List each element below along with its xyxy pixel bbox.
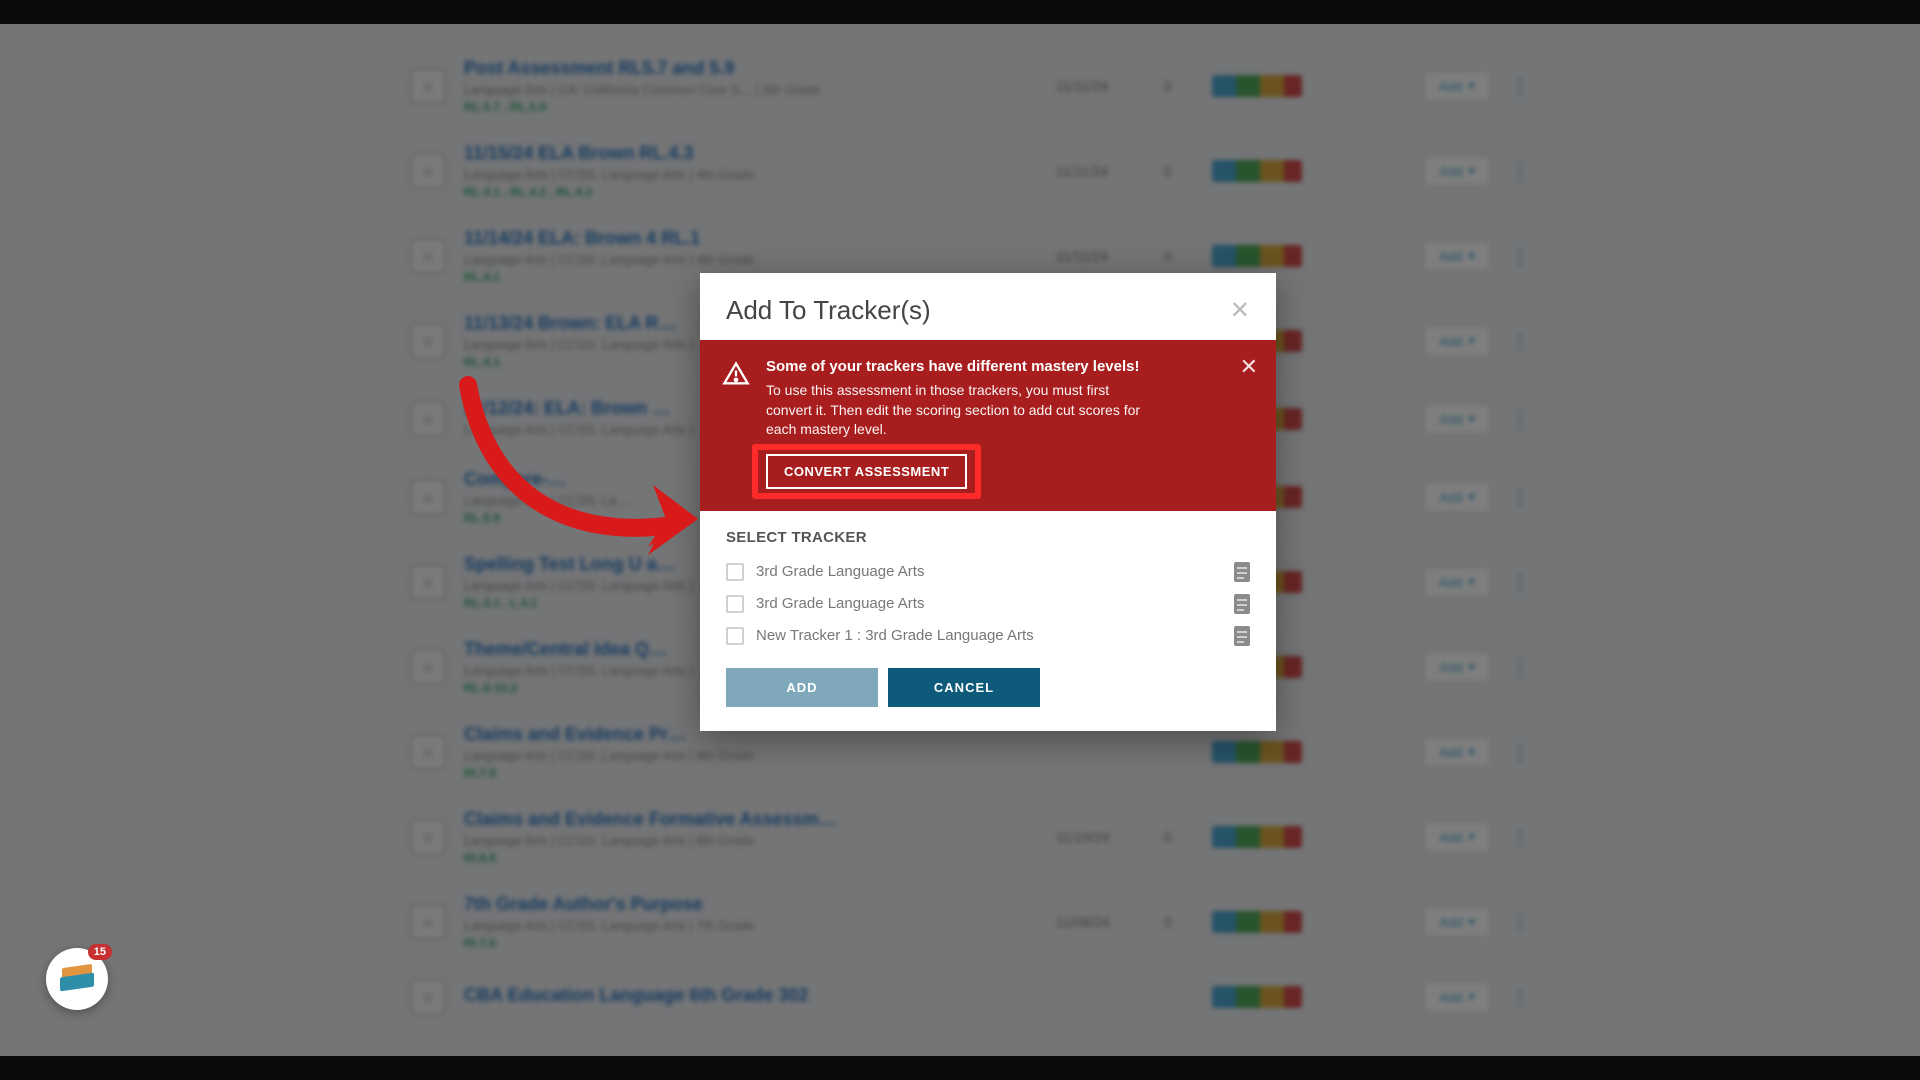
tracker-row[interactable]: 3rd Grade Language Arts (700, 556, 1276, 588)
help-widget-badge: 15 (88, 944, 112, 960)
tracker-checkbox[interactable] (726, 595, 744, 613)
select-tracker-heading: SELECT TRACKER (700, 511, 1276, 556)
add-to-tracker-modal: Add To Tracker(s) ✕ Some of your tracker… (700, 273, 1276, 731)
alert-title: Some of your trackers have different mas… (766, 358, 1254, 375)
add-button[interactable]: ADD (726, 668, 878, 707)
notebook-icon (1234, 626, 1250, 646)
cancel-button[interactable]: CANCEL (888, 668, 1040, 707)
tracker-row[interactable]: 3rd Grade Language Arts (700, 588, 1276, 620)
viewport: ▤Post Assessment RL5.7 and 5.9Language A… (0, 0, 1920, 1080)
tracker-row[interactable]: New Tracker 1 : 3rd Grade Language Arts (700, 620, 1276, 652)
tracker-checkbox[interactable] (726, 627, 744, 645)
modal-actions: ADD CANCEL (700, 652, 1276, 731)
help-widget[interactable]: 15 (46, 948, 108, 1010)
tracker-list: 3rd Grade Language Arts 3rd Grade Languag… (700, 556, 1276, 652)
convert-assessment-button[interactable]: CONVERT ASSESSMENT (766, 454, 967, 489)
warning-icon (722, 358, 750, 489)
notebook-icon (1234, 562, 1250, 582)
notebook-icon (1234, 594, 1250, 614)
tracker-label: New Tracker 1 : 3rd Grade Language Arts (756, 627, 1222, 644)
tracker-checkbox[interactable] (726, 563, 744, 581)
alert-text: To use this assessment in those trackers… (766, 381, 1156, 440)
modal-header: Add To Tracker(s) ✕ (700, 273, 1276, 340)
mastery-warning-alert: Some of your trackers have different mas… (700, 340, 1276, 511)
modal-title: Add To Tracker(s) (726, 295, 931, 326)
tracker-label: 3rd Grade Language Arts (756, 595, 1222, 612)
tracker-label: 3rd Grade Language Arts (756, 563, 1222, 580)
close-icon[interactable]: ✕ (1230, 296, 1250, 325)
alert-close-icon[interactable]: ✕ (1240, 354, 1258, 380)
